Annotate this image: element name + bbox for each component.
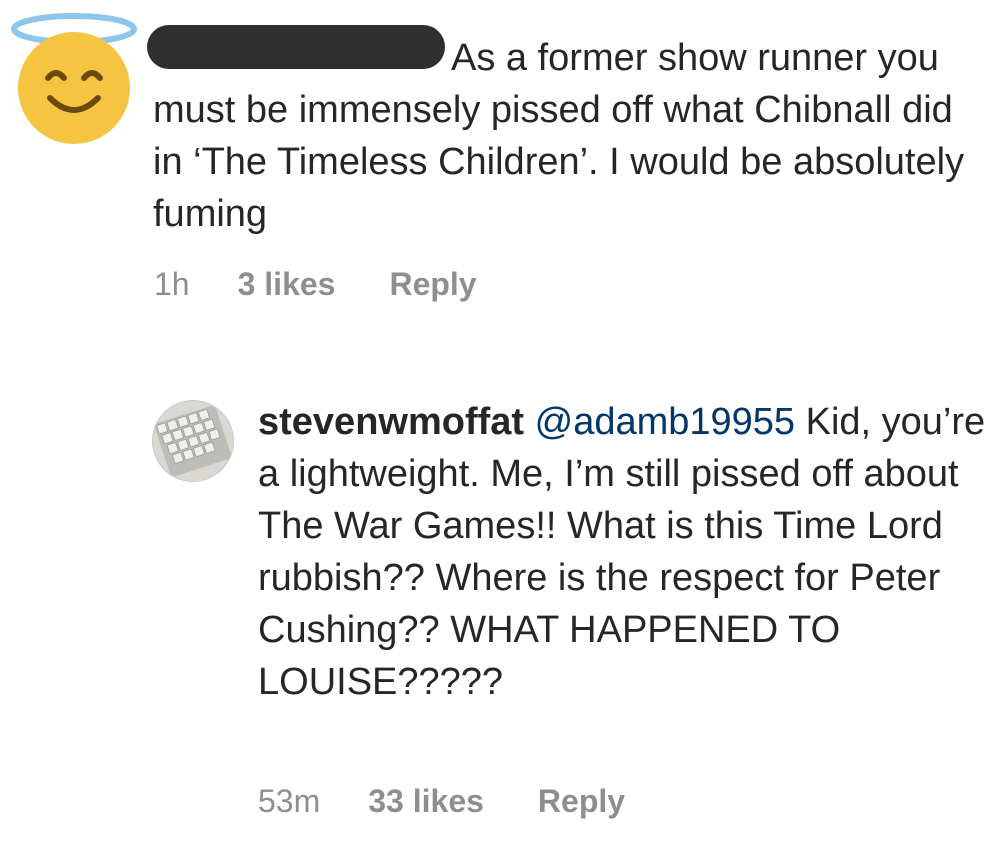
comment-2: stevenwmoffat @adamb19955 Kid, you’re a … [0, 390, 1000, 841]
username-link[interactable]: stevenwmoffat [258, 401, 524, 443]
comment-body: As a former show runner you must be imme… [153, 37, 965, 235]
comment-meta: 1h 3 likes Reply [154, 266, 477, 303]
angel-smiley-face-icon[interactable] [10, 12, 142, 144]
mention-link[interactable]: @adamb19955 [535, 401, 795, 443]
comment-time: 53m [258, 783, 321, 819]
reply-button[interactable]: Reply [389, 266, 476, 303]
comment-time: 1h [154, 266, 190, 302]
likes-count-button[interactable]: 3 likes [238, 266, 336, 303]
likes-count-button[interactable]: 33 likes [368, 783, 484, 820]
comment-text: As a former show runner you must be imme… [153, 32, 983, 240]
reply-button[interactable]: Reply [538, 783, 625, 820]
comment-text: stevenwmoffat @adamb19955 Kid, you’re a … [258, 396, 988, 708]
keyboard-photo-avatar[interactable] [152, 400, 234, 482]
comment-1: As a former show runner you must be imme… [0, 0, 1000, 330]
comment-meta: 53m 33 likes Reply [258, 783, 625, 820]
comment-body: Kid, you’re a lightweight. Me, I’m still… [258, 401, 986, 703]
